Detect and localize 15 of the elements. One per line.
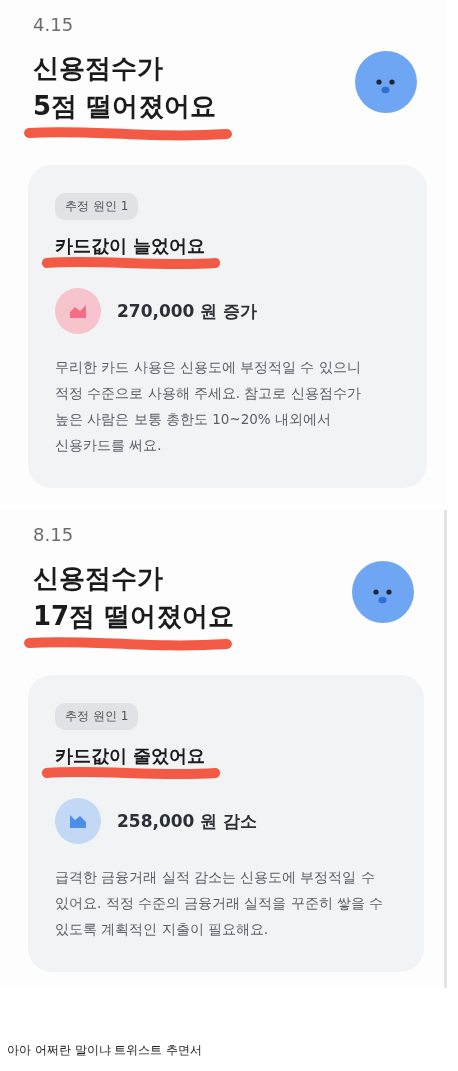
face-icon <box>355 51 417 113</box>
caption-text: 아아 어쩌란 말이냐 트위스트 추면서 <box>7 1042 204 1059</box>
amount-text: 270,000 원 증가 <box>117 299 258 323</box>
face-icon <box>352 561 414 623</box>
cause-tag: 추정 원인 1 <box>55 193 139 220</box>
date-label: 4.15 <box>33 14 75 35</box>
headline: 신용점수가 17점 떨어졌어요 <box>33 562 235 633</box>
date-label: 8.15 <box>33 524 75 545</box>
cause-tag: 추정 원인 1 <box>55 703 139 730</box>
amount-text: 258,000 원 감소 <box>117 809 258 833</box>
description-text: 급격한 금융거래 실적 감소는 신용도에 부정적일 수 있어요. 적정 수준의 금융거래 실적을 꾸준히 쌓을 수 있도록 계획적인 지출이 필요해요. <box>55 868 385 939</box>
reason-heading: 카드값이 늘었어요 <box>55 234 206 258</box>
headline: 신용점수가 5점 떨어졌어요 <box>33 52 217 123</box>
description-text: 무리한 카드 사용은 신용도에 부정적일 수 있으니 적정 수준으로 사용해 주세요. 참고로 신용점수가 높은 사람은 보통 총한도 10~20% 내외에서 신용카드를 써요. <box>55 358 362 455</box>
reason-heading: 카드값이 줄었어요 <box>55 744 206 768</box>
